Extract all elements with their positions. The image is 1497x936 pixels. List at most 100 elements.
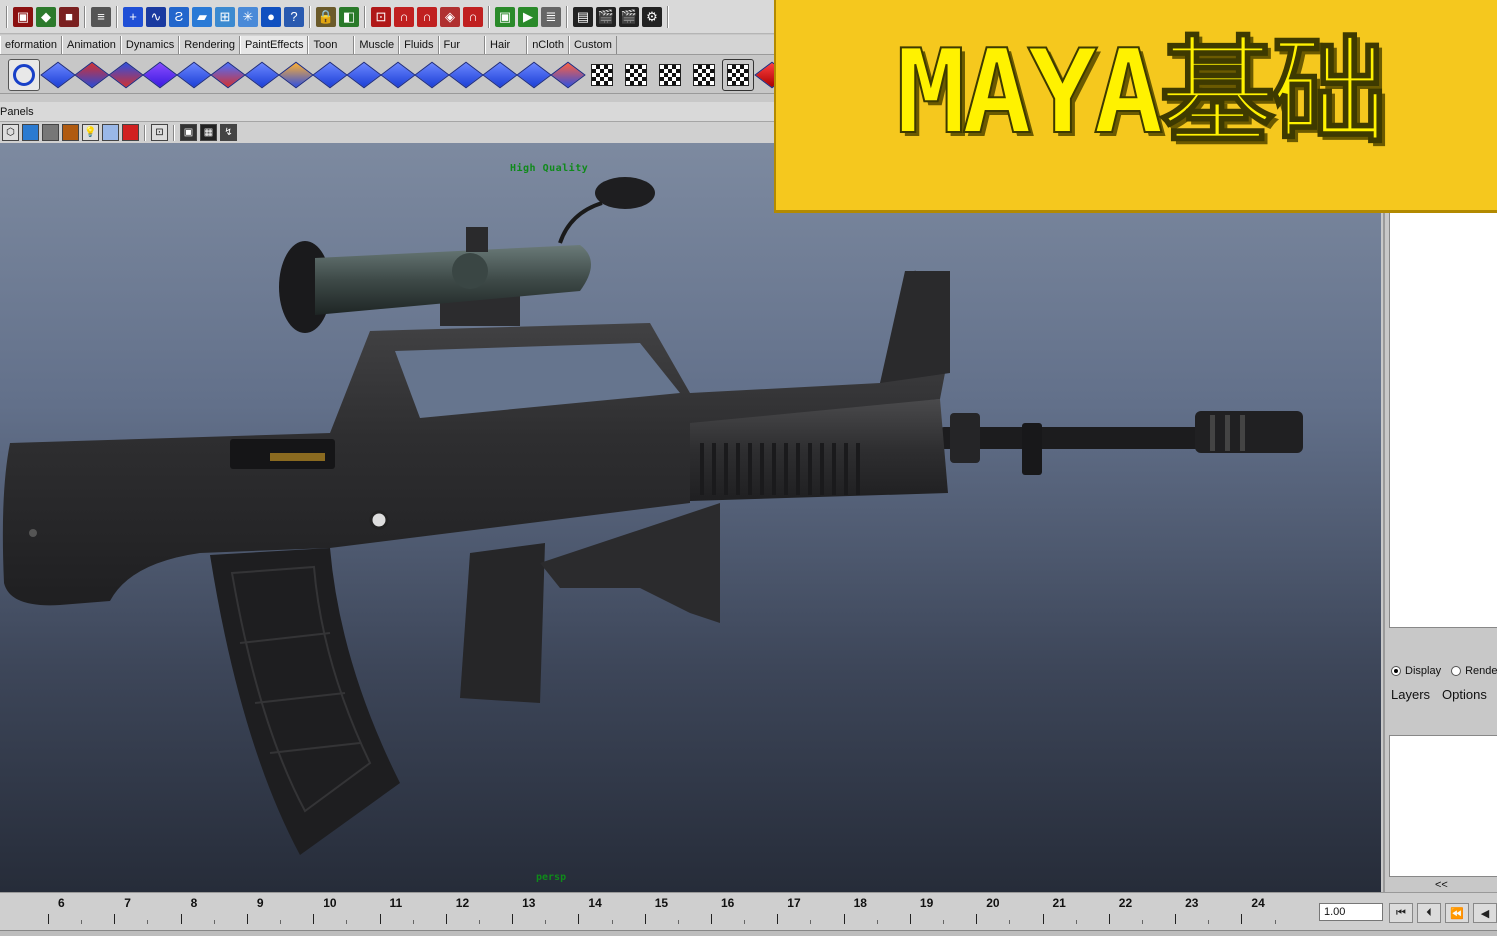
channel-box[interactable] (1389, 213, 1497, 628)
highlight-selection-icon[interactable]: ◧ (339, 6, 359, 27)
select-by-component-icon[interactable]: ■ (59, 6, 79, 27)
snap-grid-icon[interactable]: ⊡ (371, 6, 391, 27)
snap-view-plane-icon[interactable]: ◈ (440, 6, 460, 27)
select-by-object-icon[interactable]: ◆ (36, 6, 56, 27)
tab-toon[interactable]: Toon (308, 36, 355, 54)
time-slider[interactable]: 6 7 8 9 10 11 12 13 14 15 16 17 18 19 20 21 22 23 24 (0, 892, 1313, 930)
shelf-tool-13-icon[interactable] (414, 59, 450, 91)
timeline-minor-tick (744, 920, 746, 924)
shelf-tool-17-icon[interactable] (550, 59, 586, 91)
range-slider[interactable] (0, 930, 1497, 936)
separator (144, 124, 146, 141)
shelf-tool-23-icon[interactable] (754, 59, 775, 91)
shelf-tool-3-icon[interactable] (74, 59, 110, 91)
tab-painteffects[interactable]: PaintEffects (239, 36, 309, 54)
input-output-icon[interactable]: ▣ (495, 6, 515, 27)
shadows-icon[interactable] (102, 124, 119, 141)
shelf-tool-16-icon[interactable] (516, 59, 552, 91)
separator (309, 5, 311, 28)
xray-joints-icon[interactable]: ▦ (200, 124, 217, 141)
hardware-texture-icon[interactable] (122, 124, 139, 141)
shelf-tool-11-icon[interactable] (346, 59, 382, 91)
tab-deformation[interactable]: eformation (0, 36, 62, 54)
render-view-icon[interactable]: ▤ (573, 6, 593, 27)
shelf-tool-9-icon[interactable] (278, 59, 314, 91)
shelf-tool-2-icon[interactable] (40, 59, 76, 91)
shelf-tool-8-icon[interactable] (244, 59, 280, 91)
pick-curves-icon[interactable]: Ƨ (169, 6, 189, 27)
shelf-tool-10-icon[interactable] (312, 59, 348, 91)
ipr-render-icon[interactable]: 🎬 (619, 6, 639, 27)
panels-menu[interactable]: Panels (0, 106, 34, 118)
snap-curve-icon[interactable]: ∩ (394, 6, 414, 27)
pick-misc-icon[interactable]: ? (284, 6, 304, 27)
shelf-tool-15-icon[interactable] (482, 59, 518, 91)
tab-custom[interactable]: Custom (568, 36, 617, 54)
tab-rendering[interactable]: Rendering (179, 36, 240, 54)
pick-dynamics-icon[interactable]: ✳ (238, 6, 258, 27)
timeline-tick (909, 914, 911, 924)
select-by-hierarchy-icon[interactable]: ▣ (13, 6, 33, 27)
timeline-frame-label: 18 (853, 896, 867, 910)
lock-selection-icon[interactable]: 🔒 (316, 6, 336, 27)
rifle-model[interactable] (0, 143, 1381, 892)
xray-icon[interactable]: ▣ (180, 124, 197, 141)
shelf-tool-21-icon[interactable] (688, 59, 720, 91)
shelf-tool-18-icon[interactable] (586, 59, 618, 91)
timeline-frame-label: 10 (323, 896, 337, 910)
shelf-tool-19-icon[interactable] (620, 59, 652, 91)
current-frame-field[interactable]: 1.00 (1319, 903, 1383, 921)
options-menu[interactable]: Options (1442, 687, 1487, 702)
shelf-tool-22-icon[interactable] (722, 58, 754, 91)
pick-rendering-icon[interactable]: ● (261, 6, 281, 27)
smooth-shade-icon[interactable] (22, 124, 39, 141)
pick-handles-icon[interactable]: + (123, 6, 143, 27)
shelf-tool-1-icon[interactable] (8, 58, 40, 91)
render-settings-icon[interactable]: ⚙ (642, 6, 662, 27)
shelf-tool-20-icon[interactable] (654, 59, 686, 91)
bolt-pin (369, 510, 389, 530)
collapse-button[interactable]: << (1435, 879, 1448, 891)
shelf-tool-4-icon[interactable] (108, 59, 144, 91)
pick-surfaces-icon[interactable]: ▰ (192, 6, 212, 27)
textured-icon[interactable] (62, 124, 79, 141)
tab-fluids[interactable]: Fluids (399, 36, 439, 54)
display-radio[interactable]: Display (1391, 665, 1441, 677)
3d-viewport[interactable]: High Quality persp (0, 143, 1381, 892)
shelf-tool-12-icon[interactable] (380, 59, 416, 91)
tab-fur[interactable]: Fur (438, 36, 486, 54)
wireframe-icon[interactable]: ⬡ (2, 124, 19, 141)
layers-menu[interactable]: Layers (1391, 687, 1430, 702)
step-back-key-icon[interactable]: ⏴ (1417, 903, 1441, 923)
shelf-tool-14-icon[interactable] (448, 59, 484, 91)
isolate-select-icon[interactable]: ⊡ (151, 124, 168, 141)
play-backwards-icon[interactable]: ◀ (1473, 903, 1497, 923)
timeline-minor-tick (1274, 920, 1276, 924)
tab-muscle[interactable]: Muscle (354, 36, 400, 54)
shelf-tool-5-icon[interactable] (142, 59, 178, 91)
construction-history-toggle-icon[interactable]: ≣ (541, 6, 561, 27)
xray-components-icon[interactable]: ↯ (220, 124, 237, 141)
snap-point-icon[interactable]: ∩ (417, 6, 437, 27)
tab-ncloth[interactable]: nCloth (527, 36, 569, 54)
step-back-frame-icon[interactable]: ⏪ (1445, 903, 1469, 923)
tab-animation[interactable]: Animation (61, 36, 121, 54)
shelf-tool-6-icon[interactable] (176, 59, 212, 91)
render-radio[interactable]: Rende (1451, 665, 1497, 677)
timeline-minor-tick (943, 920, 945, 924)
tab-dynamics[interactable]: Dynamics (120, 36, 180, 54)
layer-list[interactable] (1389, 735, 1497, 877)
timeline-minor-tick (412, 920, 414, 924)
render-current-frame-icon[interactable]: 🎬 (596, 6, 616, 27)
lighting-icon[interactable]: 💡 (82, 124, 99, 141)
shelf-tool-7-icon[interactable] (210, 59, 246, 91)
pick-joints-icon[interactable]: ∿ (146, 6, 166, 27)
mask-dropdown-icon[interactable]: ≡ (91, 6, 111, 27)
go-to-start-icon[interactable]: ⏮ (1389, 903, 1413, 923)
playback-controls: 1.00 ⏮ ⏴ ⏪ ◀ (1313, 892, 1497, 930)
pick-deformations-icon[interactable]: ⊞ (215, 6, 235, 27)
shaded-icon[interactable] (42, 124, 59, 141)
construction-history-icon[interactable]: ▶ (518, 6, 538, 27)
make-live-icon[interactable]: ∩ (463, 6, 483, 27)
tab-hair[interactable]: Hair (485, 36, 528, 54)
